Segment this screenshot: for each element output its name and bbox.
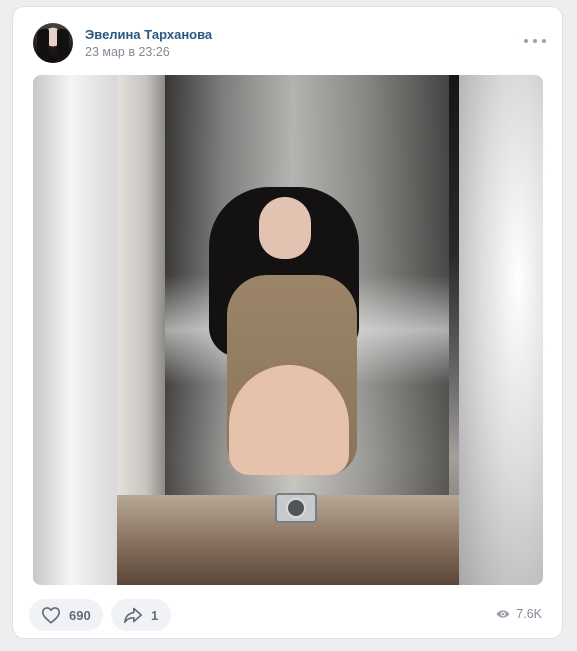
- like-count: 690: [69, 607, 91, 623]
- eye-icon: [496, 610, 510, 618]
- post-card: Эвелина Тарханова 23 мар в 23:26 690 1 7…: [12, 6, 563, 639]
- author-avatar[interactable]: [33, 23, 73, 63]
- photo-blur-left: [33, 75, 117, 585]
- like-button[interactable]: 690: [29, 599, 103, 631]
- photo-person-legs: [229, 365, 349, 475]
- share-count: 1: [151, 607, 159, 623]
- photo-camera: [275, 493, 317, 523]
- share-button[interactable]: 1: [111, 599, 171, 631]
- avatar-hair: [37, 29, 49, 63]
- views-count: 7.6K: [516, 607, 542, 621]
- heart-icon: [41, 607, 60, 624]
- photo-person-face: [259, 197, 311, 259]
- post-date[interactable]: 23 мар в 23:26: [85, 45, 170, 59]
- avatar-hair: [57, 29, 69, 63]
- views-counter: 7.6K: [496, 607, 542, 621]
- post-photo[interactable]: [33, 75, 543, 585]
- photo-wall: [117, 75, 165, 505]
- share-arrow-icon: [124, 607, 142, 624]
- more-options-icon[interactable]: [524, 35, 546, 47]
- photo-image: [117, 75, 459, 585]
- photo-blur-right: [459, 75, 543, 585]
- author-name[interactable]: Эвелина Тарханова: [85, 27, 212, 42]
